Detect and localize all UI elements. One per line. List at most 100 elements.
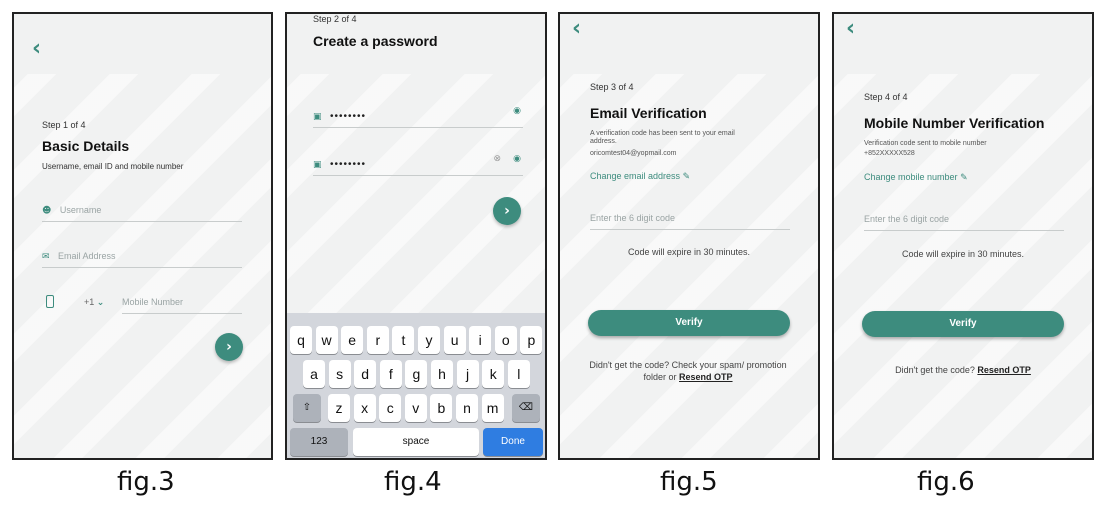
key-z[interactable]: z bbox=[328, 394, 350, 422]
expiry-text: Code will expire in 30 minutes. bbox=[627, 247, 751, 257]
key-a[interactable]: a bbox=[303, 360, 325, 388]
code-input[interactable]: Enter the 6 digit code bbox=[864, 209, 1064, 231]
key-k[interactable]: k bbox=[482, 360, 505, 388]
resend-otp-link[interactable]: Resend OTP bbox=[679, 372, 733, 382]
email-placeholder: Email Address bbox=[58, 251, 116, 261]
done-key[interactable]: Done bbox=[483, 428, 543, 456]
country-code: +1 bbox=[84, 297, 95, 307]
clear-icon[interactable]: ⊗ bbox=[493, 154, 501, 164]
page-title: Mobile Number Verification bbox=[864, 115, 1045, 131]
mobile-placeholder: Mobile Number bbox=[122, 297, 184, 307]
change-mobile-label: Change mobile number bbox=[864, 172, 958, 182]
key-n[interactable]: n bbox=[456, 394, 478, 422]
confirm-password-field[interactable]: ▣ •••••••• ⊗ ◉ bbox=[313, 154, 523, 176]
email-address: oricomtest04@yopmail.com bbox=[590, 150, 677, 157]
caption-fig6: fig.6 bbox=[917, 467, 975, 497]
next-button[interactable]: › bbox=[493, 197, 521, 225]
lock-icon: ▣ bbox=[313, 112, 322, 122]
caption-fig3: fig.3 bbox=[117, 467, 175, 497]
key-p[interactable]: p bbox=[520, 326, 543, 354]
key-j[interactable]: j bbox=[456, 360, 479, 388]
caption-fig5: fig.5 bbox=[660, 467, 718, 497]
caption-fig4: fig.4 bbox=[384, 467, 442, 497]
page-title: Basic Details bbox=[42, 138, 130, 154]
step-indicator: Step 2 of 4 bbox=[313, 14, 357, 24]
mobile-field[interactable]: Mobile Number bbox=[122, 292, 242, 314]
key-l[interactable]: l bbox=[507, 360, 530, 388]
key-o[interactable]: o bbox=[494, 326, 517, 354]
code-input[interactable]: Enter the 6 digit code bbox=[590, 208, 790, 230]
numbers-key[interactable]: 123 bbox=[290, 428, 348, 456]
key-s[interactable]: s bbox=[328, 360, 351, 388]
code-placeholder: Enter the 6 digit code bbox=[590, 213, 676, 223]
on-screen-keyboard: qwertyuiop asdfghjkl zxcvbnm ⇧ ⌫ 123 spa… bbox=[287, 313, 545, 458]
resend-text: Didn't get the code? Check your spam/ pr… bbox=[588, 359, 788, 383]
username-placeholder: Username bbox=[59, 205, 102, 215]
key-h[interactable]: h bbox=[431, 360, 453, 388]
change-email-link[interactable]: Change email address ✎ bbox=[590, 171, 690, 182]
lock-icon: ▣ bbox=[313, 160, 322, 170]
back-button[interactable]: ‹ bbox=[572, 18, 581, 40]
code-placeholder: Enter the 6 digit code bbox=[864, 214, 950, 224]
screen-mobile-verification: ‹ Step 4 of 4 Mobile Number Verification… bbox=[832, 12, 1094, 460]
back-button[interactable]: ‹ bbox=[846, 18, 855, 40]
key-c[interactable]: c bbox=[379, 394, 402, 422]
pencil-icon: ✎ bbox=[960, 172, 968, 182]
key-t[interactable]: t bbox=[392, 326, 415, 354]
key-y[interactable]: y bbox=[418, 326, 440, 354]
mobile-number: +852XXXXX528 bbox=[864, 150, 915, 157]
mail-icon: ✉ bbox=[42, 252, 50, 262]
info-text: A verification code has been sent to you… bbox=[590, 130, 735, 145]
resend-prompt: Didn't get the code? bbox=[895, 365, 975, 375]
password-value: •••••••• bbox=[329, 111, 366, 122]
email-field[interactable]: ✉ Email Address bbox=[42, 246, 242, 268]
verify-button[interactable]: Verify bbox=[588, 310, 790, 336]
change-mobile-link[interactable]: Change mobile number ✎ bbox=[864, 172, 968, 183]
info-text: Verification code sent to mobile number bbox=[864, 140, 987, 147]
pencil-icon: ✎ bbox=[682, 171, 691, 181]
screen-basic-details: ‹ Step 1 of 4 Basic Details Username, em… bbox=[12, 12, 273, 460]
eye-icon[interactable]: ◉ bbox=[513, 154, 521, 164]
country-code-select[interactable]: +1 ⌄ bbox=[84, 297, 104, 308]
key-x[interactable]: x bbox=[353, 394, 376, 422]
screen-email-verification: ‹ Step 3 of 4 Email Verification A verif… bbox=[558, 12, 820, 460]
step-indicator: Step 4 of 4 bbox=[864, 92, 908, 102]
resend-otp-link[interactable]: Resend OTP bbox=[977, 365, 1031, 375]
space-key[interactable]: space bbox=[353, 428, 479, 456]
key-w[interactable]: w bbox=[315, 326, 338, 354]
resend-text: Didn't get the code? Resend OTP bbox=[834, 365, 1092, 375]
password-field[interactable]: ▣ •••••••• ◉ bbox=[313, 106, 523, 128]
confirm-password-value: •••••••• bbox=[329, 159, 366, 170]
key-v[interactable]: v bbox=[404, 394, 427, 422]
step-indicator: Step 1 of 4 bbox=[42, 120, 86, 130]
backspace-icon: ⌫ bbox=[518, 402, 534, 413]
phone-icon bbox=[46, 295, 54, 308]
key-r[interactable]: r bbox=[366, 326, 389, 354]
chevron-down-icon: ⌄ bbox=[96, 298, 105, 308]
shift-icon: ⇧ bbox=[302, 402, 312, 413]
username-field[interactable]: ☻ Username bbox=[42, 200, 242, 222]
key-u[interactable]: u bbox=[443, 326, 466, 354]
screen-create-password: Step 2 of 4 Create a password ▣ ••••••••… bbox=[285, 12, 547, 460]
change-email-label: Change email address bbox=[590, 171, 681, 181]
key-b[interactable]: b bbox=[430, 394, 453, 422]
key-i[interactable]: i bbox=[469, 326, 492, 354]
key-e[interactable]: e bbox=[341, 326, 364, 354]
expiry-text: Code will expire in 30 minutes. bbox=[901, 249, 1025, 259]
key-q[interactable]: q bbox=[290, 326, 312, 354]
page-subtitle: Username, email ID and mobile number bbox=[42, 162, 184, 171]
page-title: Create a password bbox=[313, 33, 438, 49]
step-indicator: Step 3 of 4 bbox=[590, 82, 634, 92]
key-m[interactable]: m bbox=[481, 394, 504, 422]
key-d[interactable]: d bbox=[354, 360, 377, 388]
key-g[interactable]: g bbox=[405, 360, 428, 388]
verify-button[interactable]: Verify bbox=[862, 311, 1064, 337]
back-button[interactable]: ‹ bbox=[32, 38, 41, 60]
user-icon: ☻ bbox=[42, 206, 52, 216]
page-title: Email Verification bbox=[590, 105, 707, 121]
key-f[interactable]: f bbox=[379, 360, 402, 388]
next-button[interactable]: › bbox=[215, 333, 243, 361]
eye-icon[interactable]: ◉ bbox=[513, 106, 521, 116]
shift-key[interactable]: ⇧ bbox=[293, 394, 321, 422]
backspace-key[interactable]: ⌫ bbox=[512, 394, 540, 422]
